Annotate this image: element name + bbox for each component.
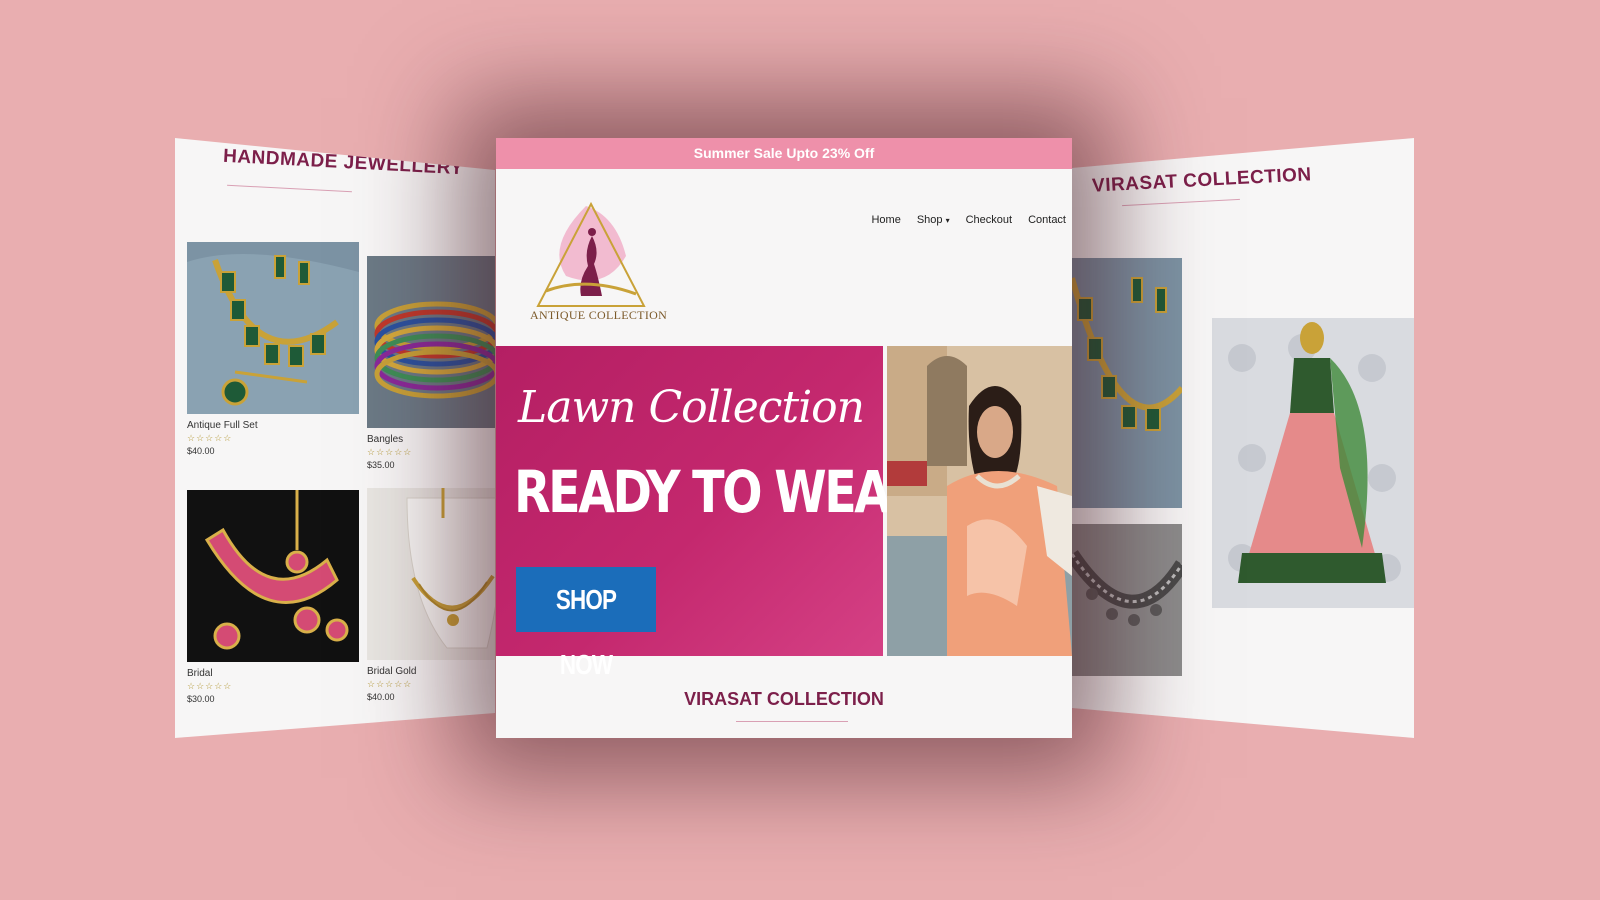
chevron-down-icon: ▾ xyxy=(945,216,950,225)
main-nav: Home Shop ▾ Checkout Contact xyxy=(871,214,1066,226)
product-price: $30.00 xyxy=(187,694,215,704)
antique-collection-logo[interactable] xyxy=(526,196,656,321)
product-image-lehenga[interactable] xyxy=(1212,318,1414,608)
product-price: $40.00 xyxy=(187,446,215,456)
rating-stars-icon: ☆☆☆☆☆ xyxy=(187,433,233,443)
product-name[interactable]: Bangles xyxy=(367,434,495,445)
product-name[interactable]: Bridal Gold xyxy=(367,666,495,677)
rating-stars-icon: ☆☆☆☆☆ xyxy=(367,679,413,689)
product-image-bridal[interactable] xyxy=(187,490,359,662)
product-price: $35.00 xyxy=(367,460,395,470)
section-divider xyxy=(736,721,848,722)
hero-banner: Lawn Collection READY TO WEAR SHOP NOW xyxy=(496,346,925,680)
homepage-preview: Summer Sale Upto 23% Off ANTIQUE COLLECT… xyxy=(496,138,1072,738)
nav-contact[interactable]: Contact xyxy=(1028,214,1066,226)
hero-title: READY TO WEAR xyxy=(514,458,925,526)
title-divider xyxy=(227,184,352,193)
product-image-oxidised-necklace[interactable] xyxy=(1072,524,1188,676)
product-image-bangles[interactable] xyxy=(367,256,495,428)
product-card[interactable]: Bridal Gold ☆☆☆☆☆ $40.00 xyxy=(367,488,495,702)
product-name[interactable]: Bridal xyxy=(187,668,359,679)
title-divider xyxy=(1122,198,1240,207)
product-price: $40.00 xyxy=(367,692,395,702)
nav-checkout[interactable]: Checkout xyxy=(966,214,1012,226)
rating-stars-icon: ☆☆☆☆☆ xyxy=(367,447,413,457)
panel-title: VIRASAT COLLECTION xyxy=(1091,164,1313,197)
product-image-bridal-gold[interactable] xyxy=(367,488,495,660)
virasat-collection-page: VIRASAT COLLECTION xyxy=(1072,138,1414,738)
shop-now-label: SHOP NOW xyxy=(555,584,617,680)
nav-shop[interactable]: Shop ▾ xyxy=(917,214,950,226)
product-name[interactable]: Antique Full Set xyxy=(187,420,359,431)
showcase-scene: HANDMADE JEWELLERY Antique Full Set ☆☆☆☆… xyxy=(0,0,1600,900)
product-image-antique-full-set[interactable] xyxy=(187,242,359,414)
hero-model-photo xyxy=(887,346,1072,656)
promo-bar: Summer Sale Upto 23% Off xyxy=(496,138,1072,169)
logo-text: ANTIQUE COLLECTION xyxy=(530,308,668,322)
rating-stars-icon: ☆☆☆☆☆ xyxy=(187,681,233,691)
hero-script-heading: Lawn Collection xyxy=(518,382,865,433)
handmade-jewellery-page: HANDMADE JEWELLERY Antique Full Set ☆☆☆☆… xyxy=(175,138,495,738)
section-title: VIRASAT COLLECTION xyxy=(684,689,884,709)
shop-now-button[interactable]: SHOP NOW xyxy=(516,567,656,680)
nav-shop-label: Shop xyxy=(916,214,943,226)
panel-title: HANDMADE JEWELLERY xyxy=(222,145,464,180)
product-image-antique-set[interactable] xyxy=(1072,258,1185,508)
product-card[interactable]: Bangles ☆☆☆☆☆ $35.00 xyxy=(367,256,495,470)
product-card[interactable]: Bridal ☆☆☆☆☆ $30.00 xyxy=(187,490,359,704)
product-card[interactable]: Antique Full Set ☆☆☆☆☆ $40.00 xyxy=(187,242,359,456)
nav-home[interactable]: Home xyxy=(871,214,900,226)
